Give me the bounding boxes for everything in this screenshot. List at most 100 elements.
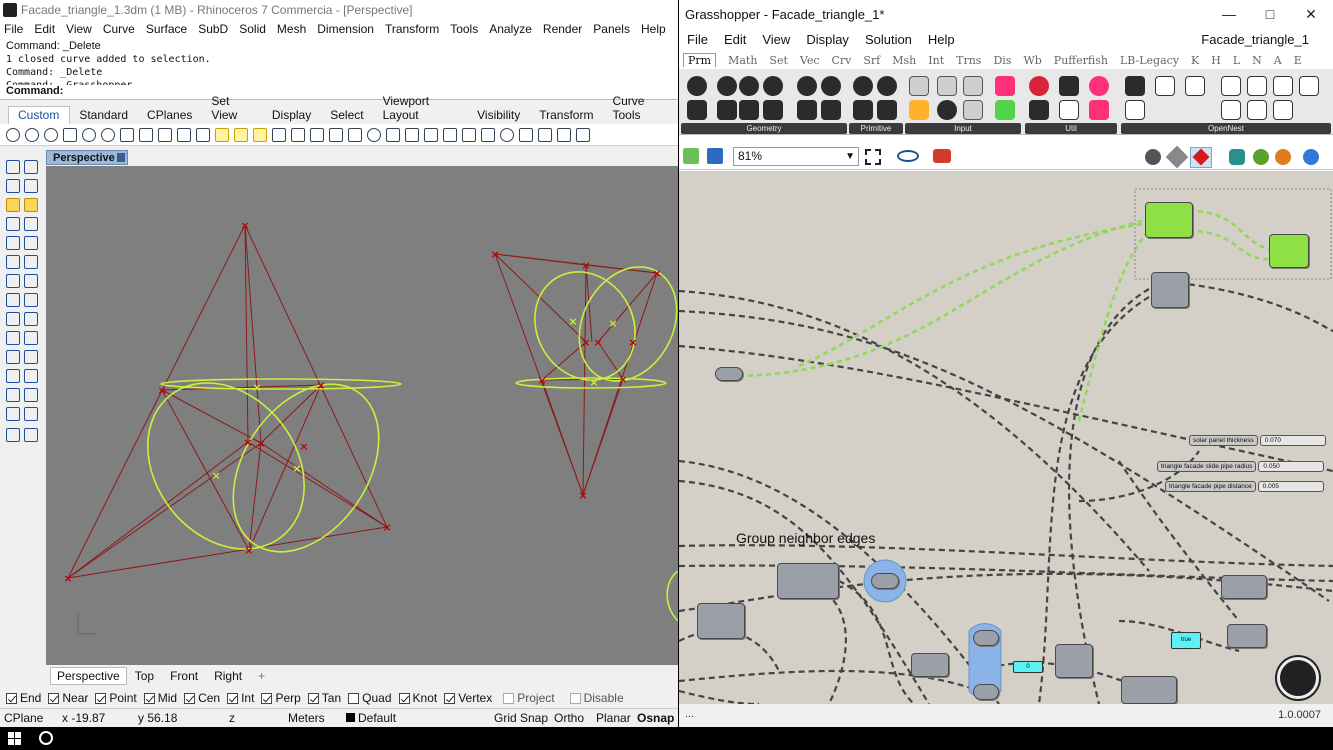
gh-menu-edit[interactable]: Edit: [724, 32, 746, 47]
menu-panels[interactable]: Panels: [593, 22, 630, 36]
points-icon[interactable]: [215, 127, 229, 142]
osnap-tan[interactable]: Tan: [307, 691, 341, 705]
gh-tab-a[interactable]: A: [1274, 54, 1282, 67]
rotate-view-icon[interactable]: [44, 127, 58, 142]
open-file-icon[interactable]: [683, 148, 699, 164]
osnap-point[interactable]: Point: [95, 691, 137, 705]
geometry-param-icon[interactable]: [687, 76, 707, 96]
pencil-icon[interactable]: [253, 127, 267, 142]
number-param-icon[interactable]: [853, 100, 873, 120]
point-param-icon[interactable]: [797, 100, 817, 120]
tab-visibility[interactable]: Visibility: [468, 108, 530, 124]
graph-mapper-icon[interactable]: [909, 100, 929, 120]
menu-dimension[interactable]: Dimension: [317, 22, 374, 36]
slider-solar-panel-thickness[interactable]: solar panel thickness 0.070: [1189, 435, 1326, 446]
gh-tab-lb-legacy[interactable]: LB-Legacy: [1120, 54, 1179, 67]
ortho-toggle[interactable]: Ortho: [554, 711, 584, 725]
gh-param[interactable]: [973, 684, 999, 700]
gh-tab-set[interactable]: Set: [769, 54, 787, 67]
gh-component-selected[interactable]: [1269, 234, 1309, 268]
array-tool-icon[interactable]: [6, 274, 20, 288]
gh-menu-help[interactable]: Help: [928, 32, 955, 47]
sun-icon[interactable]: [443, 127, 457, 142]
tab-select[interactable]: Select: [321, 108, 373, 124]
chamfer-icon[interactable]: [576, 127, 590, 142]
analyze-icon[interactable]: [6, 388, 20, 402]
close-icon[interactable]: ✕: [1301, 6, 1321, 23]
menu-view[interactable]: View: [66, 22, 92, 36]
text-icon[interactable]: [24, 369, 38, 383]
select-arrow-icon[interactable]: [6, 160, 20, 174]
slider-value[interactable]: 0.005: [1257, 481, 1324, 492]
menu-transform[interactable]: Transform: [385, 22, 439, 36]
osnap-perp[interactable]: Perp: [261, 691, 301, 705]
layers-icon[interactable]: [386, 127, 400, 142]
vector-param-icon[interactable]: [821, 100, 841, 120]
move-icon[interactable]: [6, 255, 20, 269]
circle-param-icon[interactable]: [717, 76, 737, 96]
trim-icon[interactable]: [519, 127, 533, 142]
array-icon[interactable]: [348, 127, 362, 142]
gh-component[interactable]: [911, 653, 949, 677]
minimize-icon[interactable]: —: [1219, 6, 1239, 22]
curve-icon[interactable]: [158, 127, 172, 142]
checkbox-icon[interactable]: [307, 692, 319, 704]
menu-surface[interactable]: Surface: [146, 22, 187, 36]
sheet-icon[interactable]: [1221, 76, 1241, 96]
checkbox-icon[interactable]: [95, 692, 107, 704]
menu-edit[interactable]: Edit: [34, 22, 55, 36]
osnap-project[interactable]: Project: [503, 691, 555, 705]
osnap-knot[interactable]: Knot: [398, 691, 437, 705]
number-param[interactable]: 0: [1013, 661, 1043, 673]
gh-canvas[interactable]: Group neighbor edges solar panel thickne…: [679, 171, 1333, 704]
fillet-icon[interactable]: [557, 127, 571, 142]
fillet-tool-icon[interactable]: [6, 350, 20, 364]
windows-start-icon[interactable]: [8, 732, 22, 746]
osnap-vertex[interactable]: Vertex: [444, 691, 492, 705]
preview-eye-icon[interactable]: [897, 150, 919, 162]
menu-file[interactable]: File: [4, 22, 23, 36]
checkbox-icon[interactable]: [444, 692, 456, 704]
checkbox-icon[interactable]: [184, 692, 196, 704]
transform-icon[interactable]: [1273, 76, 1293, 96]
opennest-icon[interactable]: [1125, 76, 1145, 96]
tab-set-view[interactable]: Set View: [202, 94, 262, 124]
gear-icon[interactable]: [367, 127, 381, 142]
sketch-icon[interactable]: [933, 149, 951, 163]
render-icon[interactable]: [24, 388, 38, 402]
preview-wire-icon[interactable]: [1165, 145, 1189, 169]
polyline-tool-icon[interactable]: [24, 179, 38, 193]
chevron-down-icon[interactable]: ▼: [845, 148, 855, 165]
join-icon[interactable]: [538, 127, 552, 142]
checkbox-icon[interactable]: [569, 692, 581, 704]
file-path-icon[interactable]: [937, 76, 957, 96]
maximize-icon[interactable]: □: [1260, 6, 1280, 22]
viewport-title[interactable]: Perspective: [46, 150, 128, 165]
tab-cplanes[interactable]: CPlanes: [138, 108, 202, 124]
galapagos-icon[interactable]: [1029, 100, 1049, 120]
cone-icon[interactable]: [6, 331, 20, 345]
crop-icon[interactable]: [177, 127, 191, 142]
gh-component[interactable]: [1121, 676, 1177, 704]
menu-help[interactable]: Help: [641, 22, 666, 36]
gh-tab-h[interactable]: H: [1211, 54, 1221, 67]
bake-icon[interactable]: [1229, 149, 1245, 165]
checkbox-icon[interactable]: [6, 692, 17, 704]
gh-menu-display[interactable]: Display: [806, 32, 849, 47]
mirror-icon[interactable]: [6, 293, 20, 307]
tab-curve-tools[interactable]: Curve Tools: [603, 94, 678, 124]
checkbox-icon[interactable]: [227, 692, 239, 704]
navigation-wheel-icon[interactable]: [1277, 657, 1319, 699]
boolean-param-icon[interactable]: [853, 76, 873, 96]
value-list-icon[interactable]: [963, 100, 983, 120]
tab-standard[interactable]: Standard: [70, 108, 138, 124]
tab-viewport-layout[interactable]: Viewport Layout: [374, 94, 469, 124]
nest-icon[interactable]: [1247, 76, 1267, 96]
menu-tools[interactable]: Tools: [450, 22, 478, 36]
grid-icon[interactable]: [405, 127, 419, 142]
arrow-right-icon[interactable]: [1059, 76, 1079, 96]
gh-tab-trns[interactable]: Trns: [956, 54, 981, 67]
globe-icon[interactable]: [1303, 149, 1319, 165]
array-curve-icon[interactable]: [462, 127, 476, 142]
brep-param-icon[interactable]: [797, 76, 817, 96]
